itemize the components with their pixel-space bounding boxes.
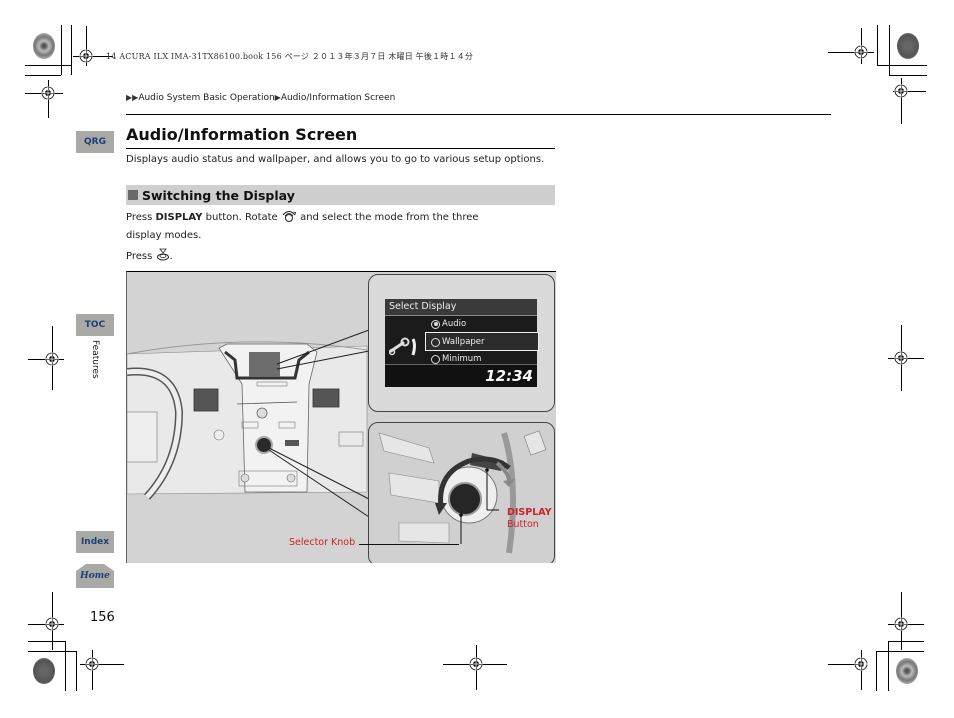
press-knob-icon [156, 248, 170, 267]
index-tab[interactable]: Index [76, 531, 114, 553]
chapter-label: Features [90, 340, 100, 379]
registration-mark-icon [894, 84, 908, 98]
step-1-middle: button. Rotate [202, 212, 281, 223]
registration-mark-icon [79, 49, 93, 63]
registration-mark-icon [894, 617, 908, 631]
display-button-ref: DISPLAY [155, 212, 203, 223]
step-2-suffix: . [169, 251, 173, 262]
radio-icon [431, 337, 440, 347]
dashboard-illustration: Select Display Audio Wallpaper Minimum 1… [126, 271, 556, 563]
radio-selected-icon [431, 319, 440, 329]
rotate-knob-icon [281, 209, 297, 228]
knob-closeup-drawing [378, 430, 547, 554]
section-header: Switching the Display [126, 185, 555, 205]
registration-mark-icon [854, 45, 868, 59]
screen-header: Select Display [385, 299, 537, 316]
step-1-prefix: Press [126, 212, 156, 223]
section-title: Switching the Display [142, 187, 295, 203]
option-label: Audio [442, 319, 467, 329]
option-audio: Audio [431, 319, 466, 329]
home-tab-label: Home [80, 571, 110, 581]
display-button-label-line2: Button [507, 519, 539, 530]
registration-mark-icon [85, 657, 99, 671]
registration-disc-icon [896, 658, 918, 684]
radio-icon [431, 354, 440, 364]
registration-disc-icon [33, 33, 55, 59]
option-label: Minimum [442, 354, 482, 364]
registration-mark-icon [41, 86, 55, 100]
step-1-text: Press DISPLAY button. Rotate and select … [126, 209, 479, 243]
knob-callout [368, 422, 555, 563]
home-tab[interactable]: Home [76, 564, 114, 588]
title-rule [126, 148, 555, 149]
breadcrumb-item-audio-system[interactable]: Audio System Basic Operation [138, 93, 274, 103]
header-rule [126, 114, 831, 115]
option-minimum: Minimum [431, 354, 481, 364]
step-2-text: Press . [126, 248, 173, 267]
selector-knob-label: Selector Knob [289, 537, 356, 548]
page-title: Audio/Information Screen [126, 125, 358, 144]
clock: 12:34 [485, 367, 533, 385]
registration-mark-icon [45, 617, 59, 631]
registration-mark-icon [45, 352, 59, 366]
breadcrumb-arrow-icon: ▶▶ [126, 93, 139, 102]
intro-text: Displays audio status and wallpaper, and… [126, 154, 545, 165]
toc-tab[interactable]: TOC [76, 314, 114, 336]
step-2-prefix: Press [126, 251, 156, 262]
screen-callout: Select Display Audio Wallpaper Minimum 1… [368, 274, 555, 412]
option-wallpaper: Wallpaper [431, 337, 485, 347]
section-square-icon [128, 190, 138, 200]
qrg-tab[interactable]: QRG [76, 131, 114, 153]
select-display-screen: Select Display Audio Wallpaper Minimum 1… [385, 299, 539, 387]
print-header: 14 ACURA ILX IMA-31TX86100.book 156 ページ … [106, 52, 474, 61]
registration-disc-icon [897, 33, 919, 59]
step-1-line2: display modes. [126, 230, 202, 241]
wrench-icon [389, 337, 416, 356]
step-1-suffix: and select the mode from the three [296, 212, 479, 223]
registration-disc-icon [33, 658, 55, 684]
registration-mark-icon [894, 351, 908, 365]
registration-mark-icon [854, 657, 868, 671]
selector-knob-leader-line [359, 544, 459, 545]
breadcrumb-item-current: Audio/Information Screen [280, 93, 396, 103]
breadcrumb: ▶▶Audio System Basic Operation▶Audio/Inf… [126, 93, 395, 103]
option-label: Wallpaper [442, 337, 485, 347]
display-button-label: DISPLAY [507, 507, 552, 518]
page-number: 156 [90, 610, 115, 625]
registration-mark-icon [469, 657, 483, 671]
center-display [249, 352, 280, 377]
